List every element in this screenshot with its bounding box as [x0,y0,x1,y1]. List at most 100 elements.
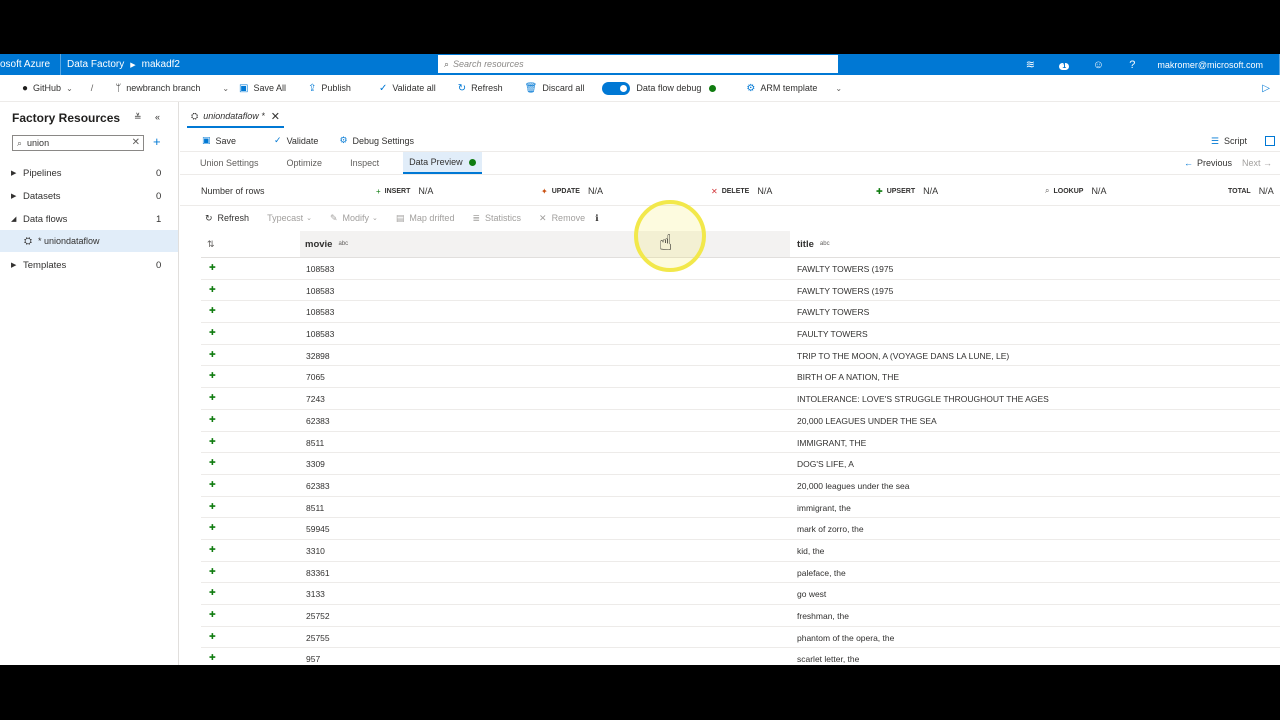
sidebar-item-templates[interactable]: ▶ Templates 0 [0,254,178,276]
azure-brand[interactable]: osoft Azure [0,59,58,70]
debug-settings-icon: ⚙ [339,135,348,145]
clear-icon[interactable]: ✕ [132,137,140,148]
table-row[interactable]: ✚ 108583 FAWLTY TOWERS (1975 [201,280,1280,302]
table-row[interactable]: ✚ 8511 IMMIGRANT, THE [201,432,1280,454]
table-row[interactable]: ✚ 957 scarlet letter, the [201,648,1280,665]
panel-tabs: Union Settings Optimize Inspect Data Pre… [180,152,1280,174]
table-row[interactable]: ✚ 3133 go west [201,583,1280,605]
table-row[interactable]: ✚ 25755 phantom of the opera, the [201,627,1280,649]
tab-data-preview[interactable]: Data Preview [403,152,482,174]
upsert-icon: ✚ [876,186,883,196]
statistics-button[interactable]: ≣ Statistics [472,213,521,224]
cell-movie: 7243 [306,394,325,405]
table-row[interactable]: ✚ 62383 20,000 leagues under the sea [201,475,1280,497]
discard-all-button[interactable]: 🗑 Discard all [525,83,585,94]
cell-title: phantom of the opera, the [797,632,895,643]
previous-button[interactable]: ← Previous [1184,158,1232,168]
notifications-icon[interactable]: 1 [1047,59,1081,71]
github-button[interactable]: ● GitHub ⌄ [22,83,73,94]
breadcrumb-arrow-icon: ▶ [130,61,136,69]
x-icon: ✕ [539,212,547,223]
stat-value: N/A [587,186,603,196]
table-row[interactable]: ✚ 8511 immigrant, the [201,497,1280,519]
publish-button[interactable]: ⇪ Publish [308,83,351,94]
subcmd-right: ☰ Script [1211,130,1280,152]
tab-inspect[interactable]: Inspect [348,152,381,174]
collapse-sidebar-icon[interactable]: « [155,112,160,122]
play-icon[interactable]: ▷ [1262,83,1270,94]
table-row[interactable]: ✚ 3309 DOG'S LIFE, A [201,453,1280,475]
cell-title: FAULTY TOWERS [797,329,868,340]
modify-button[interactable]: ✎ Modify ⌄ [330,213,378,224]
table-row[interactable]: ✚ 108583 FAWLTY TOWERS [201,301,1280,324]
next-button[interactable]: Next → [1242,158,1272,168]
script-button[interactable]: ☰ Script [1211,136,1247,147]
sidebar-item-pipelines[interactable]: ▶ Pipelines 0 [0,162,178,184]
github-icon: ● [22,82,29,94]
close-icon[interactable]: ✕ [271,110,280,123]
column-header-title[interactable]: title abc [791,231,1280,257]
map-drifted-button[interactable]: ▤ Map drifted [396,213,455,224]
column-header-movie[interactable]: movie abc [300,231,790,257]
table-row[interactable]: ✚ 83361 paleface, the [201,562,1280,584]
cell-movie: 108583 [306,264,335,274]
table-row[interactable]: ✚ 25752 freshman, the [201,605,1280,627]
save-button[interactable]: ▣ Save [202,135,236,146]
save-all-button[interactable]: ▣ Save All [239,83,286,94]
sidebar-item-data-flows[interactable]: ◢ Data flows 1 [0,208,178,230]
properties-icon[interactable] [1265,136,1275,146]
arm-template-icon: ⚙ [746,82,756,94]
chevron-right-icon: ▶ [11,262,17,269]
data-flow-debug-toggle[interactable]: Data flow debug [602,81,717,95]
arm-template-button[interactable]: ⚙ ARM template ⌄ [746,83,842,94]
user-account[interactable]: makromer@microsoft.com [1149,60,1279,70]
stat-insert: + INSERT N/A [376,186,433,196]
sidebar-item-uniondataflow[interactable]: ⛭ * uniondataflow [0,230,178,252]
cell-movie: 108583 [306,329,335,340]
sidebar-item-datasets[interactable]: ▶ Datasets 0 [0,185,178,207]
table-row[interactable]: ✚ 108583 FAWLTY TOWERS (1975 [201,258,1280,280]
sidebar-item-count: 1 [156,213,162,225]
refresh-preview-button[interactable]: ↻ Refresh [205,213,249,224]
breadcrumb-data-factory[interactable]: Data Factory [67,59,124,70]
table-row[interactable]: ✚ 59945 mark of zorro, the [201,518,1280,540]
debug-settings-button[interactable]: ⚙ Debug Settings [339,135,414,146]
refresh-label: Refresh [217,213,250,223]
table-row[interactable]: ✚ 108583 FAULTY TOWERS [201,323,1280,345]
tab-uniondataflow[interactable]: ⛭ uniondataflow * ✕ [187,106,284,128]
tab-optimize[interactable]: Optimize [285,152,325,174]
resource-filter-input[interactable]: ⌕ union ✕ [12,135,144,151]
cell-movie: 3309 [306,459,325,470]
feedback-wifi-icon[interactable]: ≋ [1013,58,1047,71]
info-icon[interactable]: ℹ [595,213,598,224]
script-label: Script [1223,136,1247,146]
validate-all-button[interactable]: ✓ Validate all [379,83,436,94]
toggle-switch[interactable] [602,81,631,95]
sort-icon[interactable]: ⇅ [207,239,215,250]
preview-toolbar: ↻ Refresh Typecast ⌄ ✎ Modify ⌄ ▤ Map dr… [180,208,1280,228]
cell-movie: 108583 [306,307,335,318]
cell-title: INTOLERANCE: LOVE'S STRUGGLE THROUGHOUT … [797,394,1049,405]
table-row[interactable]: ✚ 7243 INTOLERANCE: LOVE'S STRUGGLE THROUG… [201,388,1280,410]
add-resource-icon[interactable]: + [153,134,161,149]
table-row[interactable]: ✚ 7065 BIRTH OF A NATION, THE [201,366,1280,389]
refresh-button[interactable]: ↻ Refresh [458,83,503,94]
smiley-feedback-icon[interactable]: ☺ [1081,59,1115,71]
table-row[interactable]: ✚ 62383 20,000 LEAGUES UNDER THE SEA [201,410,1280,432]
collapse-all-icon[interactable]: ≚ [134,112,142,123]
breadcrumb-factory-name[interactable]: makadf2 [142,59,180,70]
cell-movie: 8511 [306,437,325,448]
remove-button[interactable]: ✕ Remove [539,213,585,224]
chevron-down-icon: ⌄ [66,83,73,93]
table-row[interactable]: ✚ 32898 TRIP TO THE MOON, A (VOYAGE DANS L… [201,345,1280,367]
validate-button[interactable]: ✓ Validate [274,135,318,146]
search-resources-input[interactable]: ⌕ Search resources [438,55,838,73]
stat-value: N/A [923,186,939,196]
typecast-button[interactable]: Typecast ⌄ [267,213,312,223]
branch-selector[interactable]: ᛘ newbranch branch ⌄ [115,83,229,94]
help-icon[interactable]: ? [1115,59,1149,71]
cell-title: kid, the [797,545,825,556]
table-row[interactable]: ✚ 3310 kid, the [201,540,1280,562]
tab-union-settings[interactable]: Union Settings [198,152,261,174]
cell-title: FAWLTY TOWERS [797,307,870,318]
